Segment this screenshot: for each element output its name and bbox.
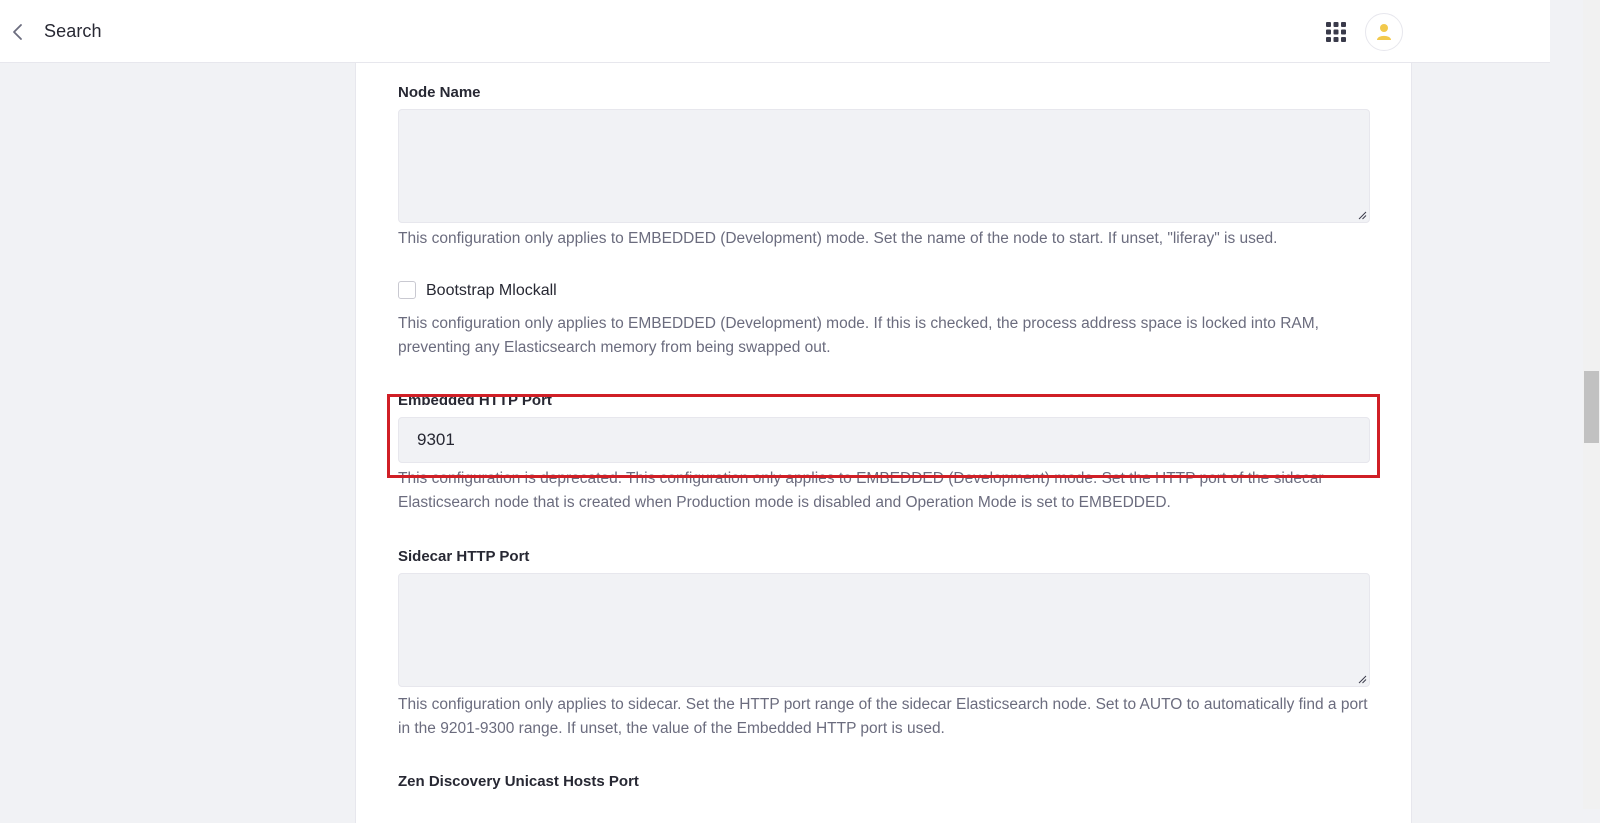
embedded-http-port-input[interactable]: 9301: [398, 417, 1370, 463]
scrollbar-thumb[interactable]: [1584, 371, 1599, 443]
node-name-help: This configuration only applies to EMBED…: [398, 230, 1278, 247]
page-title: Search: [44, 21, 102, 41]
embedded-http-port-label: Embedded HTTP Port: [398, 392, 552, 409]
node-name-label: Node Name: [398, 84, 481, 101]
resize-grip-icon[interactable]: [1357, 674, 1367, 684]
grid-icon: [1326, 22, 1346, 42]
back-button[interactable]: [6, 20, 30, 44]
bootstrap-mlockall-help: This configuration only applies to EMBED…: [398, 315, 1319, 356]
configuration-form: Node Name This configuration only applie…: [355, 63, 1412, 823]
page-gutter: [1550, 0, 1583, 809]
embedded-http-port-help: This configuration is deprecated. This c…: [398, 470, 1324, 511]
zen-discovery-unicast-hosts-port-label: Zen Discovery Unicast Hosts Port: [398, 773, 639, 790]
top-bar: Search: [0, 0, 1550, 63]
bootstrap-mlockall-checkbox[interactable]: [398, 281, 416, 299]
sidecar-http-port-help: This configuration only applies to sidec…: [398, 696, 1368, 737]
resize-grip-icon[interactable]: [1357, 210, 1367, 220]
user-avatar-button[interactable]: [1365, 13, 1403, 51]
chevron-left-icon: [13, 24, 22, 40]
node-name-textarea[interactable]: [398, 109, 1370, 223]
user-icon: [1377, 24, 1391, 40]
apps-menu-button[interactable]: [1326, 22, 1346, 42]
sidecar-http-port-label: Sidecar HTTP Port: [398, 548, 530, 565]
bootstrap-mlockall-label[interactable]: Bootstrap Mlockall: [426, 282, 557, 300]
sidecar-http-port-textarea[interactable]: [398, 573, 1370, 687]
